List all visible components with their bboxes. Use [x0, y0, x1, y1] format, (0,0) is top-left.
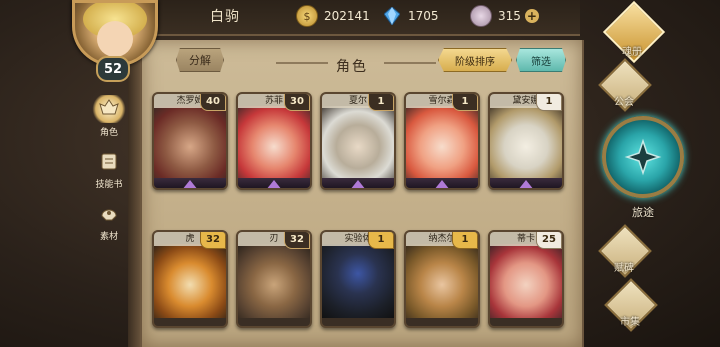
nav-market[interactable]: 市集: [596, 278, 664, 332]
hero-count-badge: 40: [200, 94, 226, 111]
coin-icon: $: [296, 5, 318, 27]
sort-by-rank-button[interactable]: 阶级排序: [438, 48, 512, 72]
hero-card[interactable]: 实验体 1: [320, 230, 396, 328]
hero-portrait: [406, 244, 478, 318]
hero-count-badge: 32: [200, 232, 226, 249]
player-level-badge: 52: [96, 56, 130, 82]
hero-card[interactable]: 雪尔森 1: [404, 92, 480, 190]
crystal-icon: [382, 6, 402, 26]
gold-resource[interactable]: $ 202141: [296, 5, 370, 27]
hero-portrait: [490, 244, 562, 318]
hero-portrait: [238, 244, 310, 318]
nav-soul-label: 魂册: [622, 47, 642, 58]
skillbook-icon: [92, 147, 126, 175]
nav-journey-label: 旅途: [632, 206, 654, 219]
decompose-button[interactable]: 分解: [176, 48, 224, 72]
nav-guild[interactable]: 公会: [590, 58, 658, 112]
hero-card[interactable]: 苏菲 30: [236, 92, 312, 190]
hero-portrait: [490, 106, 562, 180]
hero-portrait: [154, 244, 226, 318]
nav-soul-book[interactable]: 魂册: [598, 0, 666, 64]
stone-amount: 315: [498, 9, 521, 23]
hero-portrait: [406, 106, 478, 180]
hero-count-badge: 32: [284, 232, 310, 249]
tab-materials[interactable]: 素材: [80, 187, 140, 247]
nav-runes-label: 赋碑: [614, 263, 634, 274]
player-name: 白驹: [210, 9, 240, 25]
hero-portrait: [322, 244, 394, 318]
journey-emblem-icon: [602, 116, 684, 198]
hero-card[interactable]: 虎 32: [152, 230, 228, 328]
hero-card[interactable]: 纳杰尔 1: [404, 230, 480, 328]
tab-heroes[interactable]: 角色: [80, 83, 140, 143]
nav-market-label: 市集: [620, 317, 640, 328]
hero-count-badge: 25: [536, 232, 562, 249]
add-stone-button[interactable]: +: [524, 9, 539, 23]
tab-skillbooks[interactable]: 技能书: [80, 135, 140, 195]
hero-portrait: [322, 106, 394, 180]
hero-card[interactable]: 杰罗姆 40: [152, 92, 228, 190]
hero-icon: [92, 95, 126, 123]
hero-portrait: [154, 106, 226, 180]
hero-card[interactable]: 蒂卡 25: [488, 230, 564, 328]
hero-count-badge: 1: [452, 94, 478, 111]
hero-count-badge: 30: [284, 94, 310, 111]
nav-runes[interactable]: 赋碑: [590, 224, 658, 278]
tab-heroes-label: 角色: [99, 128, 118, 138]
material-icon: [92, 199, 126, 227]
tab-skillbooks-label: 技能书: [95, 180, 123, 190]
nav-guild-label: 公会: [614, 97, 634, 108]
hero-portrait: [238, 106, 310, 180]
hero-card[interactable]: 刃 32: [236, 230, 312, 328]
hero-count-badge: 1: [536, 94, 562, 111]
hero-count-badge: 1: [368, 94, 394, 111]
section-title: 角色: [336, 59, 368, 75]
hero-card[interactable]: 黛安娜 1: [488, 92, 564, 190]
filter-button[interactable]: 筛选: [516, 48, 566, 72]
stone-resource[interactable]: 315 +: [470, 5, 539, 27]
avatar-face: [97, 21, 133, 57]
title-ornament-right: [384, 62, 436, 64]
hero-count-badge: 1: [368, 232, 394, 249]
crystal-resource[interactable]: 1705: [382, 6, 439, 26]
gold-amount: 202141: [324, 9, 370, 23]
hero-count-badge: 1: [452, 232, 478, 249]
tab-materials-label: 素材: [99, 232, 118, 242]
hero-card[interactable]: 夏尔 1: [320, 92, 396, 190]
stone-icon: [470, 5, 492, 27]
crystal-amount: 1705: [408, 9, 439, 23]
nav-journey[interactable]: 旅途: [600, 116, 686, 222]
title-ornament-left: [276, 62, 328, 64]
